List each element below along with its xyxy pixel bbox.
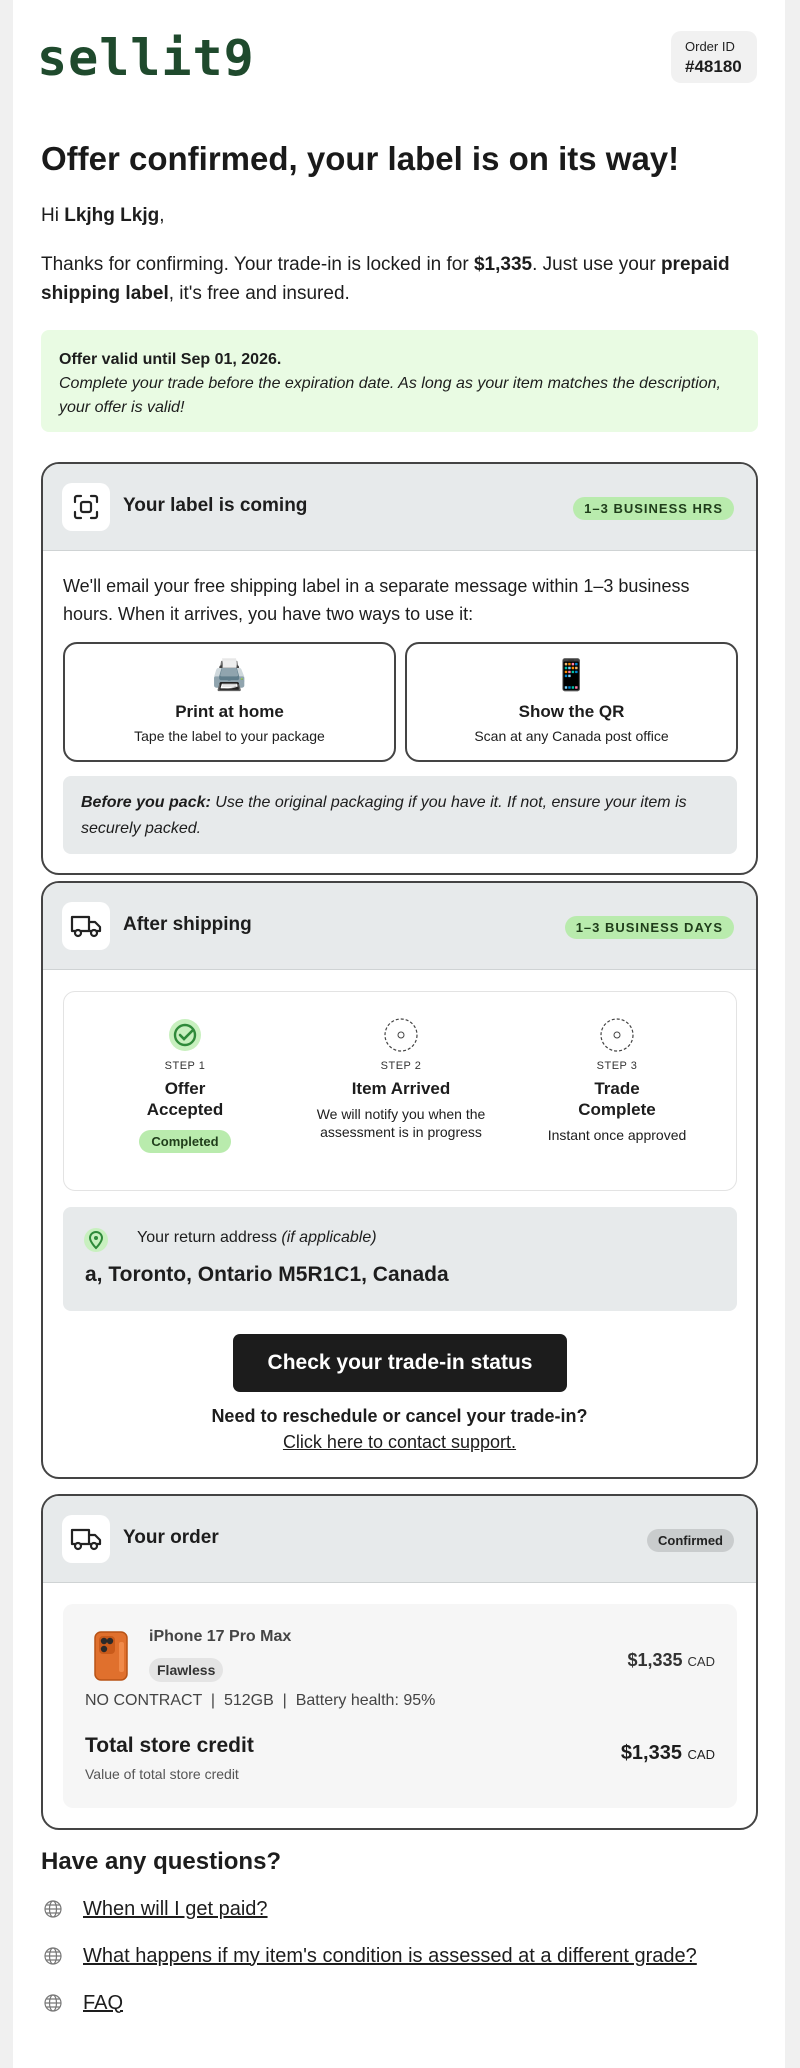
email-page: sellit9 Order ID #48180 Offer confirmed,… xyxy=(13,0,785,2068)
completed-chip: Completed xyxy=(139,1130,231,1153)
order-id-pill: Order ID #48180 xyxy=(671,31,757,83)
pending-circle-icon xyxy=(600,1018,634,1052)
faq-item: When will I get paid? xyxy=(41,1894,268,1924)
order-item-box: iPhone 17 Pro Max Flawless $1,335 CAD NO… xyxy=(63,1604,737,1808)
step-title: Offer Accepted xyxy=(146,1079,224,1119)
sellit9-logo[interactable]: sellit9 xyxy=(37,28,255,88)
return-address-label: Your return address (if applicable) xyxy=(137,1229,377,1247)
item-price-value: $1,335 xyxy=(627,1650,683,1670)
intro-text: Thanks for confirming. Your trade-in is … xyxy=(41,250,756,308)
check-circle-icon xyxy=(168,1018,202,1052)
order-id-value: #48180 xyxy=(685,57,742,76)
label-card: Your label is coming 1–3 BUSINESS HRS We… xyxy=(41,462,758,875)
label-card-title: Your label is coming xyxy=(123,495,308,516)
return-address-value: a, Toronto, Ontario M5R1C1, Canada xyxy=(85,1263,449,1286)
faq-item: FAQ xyxy=(41,1988,123,2018)
label-card-text: We'll email your free shipping label in … xyxy=(63,576,690,624)
order-card: Your order Confirmed iPhone 17 Pro Max F… xyxy=(41,1494,758,1830)
step-item-arrived: STEP 2 Item Arrived We will notify you w… xyxy=(296,1018,506,1141)
item-grade-badge: Flawless xyxy=(149,1658,224,1682)
total-price: $1,335 CAD xyxy=(621,1742,715,1765)
faq-link-payment[interactable]: When will I get paid? xyxy=(83,1898,268,1921)
truck-icon xyxy=(62,1515,110,1563)
reschedule-text: Need to reschedule or cancel your trade-… xyxy=(211,1406,588,1426)
total-price-value: $1,335 xyxy=(620,1742,682,1764)
packing-note: Before you pack: Use the original packag… xyxy=(63,776,737,854)
return-address-box: Your return address (if applicable) a, T… xyxy=(63,1207,737,1311)
check-status-button[interactable]: Check your trade-in status xyxy=(233,1334,567,1392)
greeting: Hi Lkjhg Lkjg, xyxy=(41,205,165,227)
label-card-header: Your label is coming 1–3 BUSINESS HRS xyxy=(43,464,756,551)
globe-icon xyxy=(44,1994,62,2012)
total-label: Total store credit xyxy=(85,1734,254,1757)
total-price-currency: CAD xyxy=(687,1747,715,1762)
item-price-currency: CAD xyxy=(687,1654,715,1669)
faq-heading: Have any questions? xyxy=(41,1848,282,1875)
faq-link-grade[interactable]: What happens if my item's condition is a… xyxy=(83,1945,697,1968)
step-desc: We will notify you when the assessment i… xyxy=(316,1106,486,1140)
step-number: STEP 2 xyxy=(380,1060,422,1072)
page-title: Offer confirmed, your label is on its wa… xyxy=(41,140,680,177)
globe-icon xyxy=(44,1900,62,1918)
packing-note-title: Before you pack: xyxy=(81,794,211,811)
iphone-image xyxy=(91,1630,131,1687)
intro-b: . Just use your xyxy=(532,254,661,275)
step-desc: Instant once approved xyxy=(547,1127,687,1143)
scan-icon xyxy=(62,483,110,531)
step-offer-accepted: STEP 1 Offer Accepted Completed xyxy=(80,1018,290,1153)
customer-name: Lkjhg Lkjg xyxy=(64,205,160,226)
option-title: Print at home xyxy=(175,702,284,721)
greeting-prefix: Hi xyxy=(41,205,65,226)
item-price: $1,335 CAD xyxy=(627,1650,715,1671)
offer-validity-box: Offer valid until Sep 01, 2026. Complete… xyxy=(41,330,758,432)
contact-support-link[interactable]: Click here to contact support. xyxy=(43,1432,756,1453)
step-number: STEP 3 xyxy=(596,1060,638,1072)
item-name: iPhone 17 Pro Max xyxy=(149,1628,292,1645)
faq-link-faq[interactable]: FAQ xyxy=(83,1992,123,2015)
option-print-at-home[interactable]: 🖨️ Print at home Tape the label to your … xyxy=(63,642,396,762)
order-status-badge: Confirmed xyxy=(647,1529,734,1552)
globe-icon xyxy=(44,1947,62,1965)
intro-amount: $1,335 xyxy=(473,254,533,275)
shipping-card-title: After shipping xyxy=(123,914,252,935)
address-label-text: Your return address xyxy=(137,1229,282,1246)
offer-title: Offer valid until Sep 01, 2026. xyxy=(59,351,282,368)
email-header: sellit9 Order ID #48180 xyxy=(13,0,785,118)
pending-circle-icon xyxy=(384,1018,418,1052)
offer-desc: Complete your trade before the expiratio… xyxy=(59,375,721,416)
greeting-suffix: , xyxy=(159,205,165,226)
step-trade-complete: STEP 3 Trade Complete Instant once appro… xyxy=(512,1018,722,1144)
step-title: Trade Complete xyxy=(578,1079,656,1119)
address-label-note: (if applicable) xyxy=(281,1229,377,1246)
intro-a: Thanks for confirming. Your trade-in is … xyxy=(41,254,474,275)
order-id-label: Order ID xyxy=(685,39,735,54)
faq-item: What happens if my item's condition is a… xyxy=(41,1941,697,1971)
option-sub: Scan at any Canada post office xyxy=(474,728,669,744)
option-title: Show the QR xyxy=(518,702,625,721)
printer-icon: 🖨️ xyxy=(210,659,249,692)
after-shipping-card: After shipping 1–3 BUSINESS DAYS STEP 1 … xyxy=(41,881,758,1479)
option-show-qr[interactable]: 📱 Show the QR Scan at any Canada post of… xyxy=(405,642,738,762)
option-sub: Tape the label to your package xyxy=(134,728,325,744)
progress-steps: STEP 1 Offer Accepted Completed STEP 2 I… xyxy=(63,991,737,1191)
phone-icon: 📱 xyxy=(552,659,591,692)
truck-icon xyxy=(62,902,110,950)
item-specs: NO CONTRACT | 512GB | Battery health: 95… xyxy=(85,1692,436,1709)
intro-c: , it's free and insured. xyxy=(168,283,350,304)
shipping-time-badge: 1–3 BUSINESS DAYS xyxy=(564,916,734,939)
total-sub: Value of total store credit xyxy=(85,1766,239,1782)
label-time-badge: 1–3 BUSINESS HRS xyxy=(573,497,734,520)
order-card-title: Your order xyxy=(123,1527,219,1548)
location-pin-icon xyxy=(83,1227,109,1260)
order-card-header: Your order Confirmed xyxy=(43,1496,756,1583)
step-number: STEP 1 xyxy=(164,1060,206,1072)
shipping-card-header: After shipping 1–3 BUSINESS DAYS xyxy=(43,883,756,970)
step-title: Item Arrived xyxy=(351,1079,451,1098)
